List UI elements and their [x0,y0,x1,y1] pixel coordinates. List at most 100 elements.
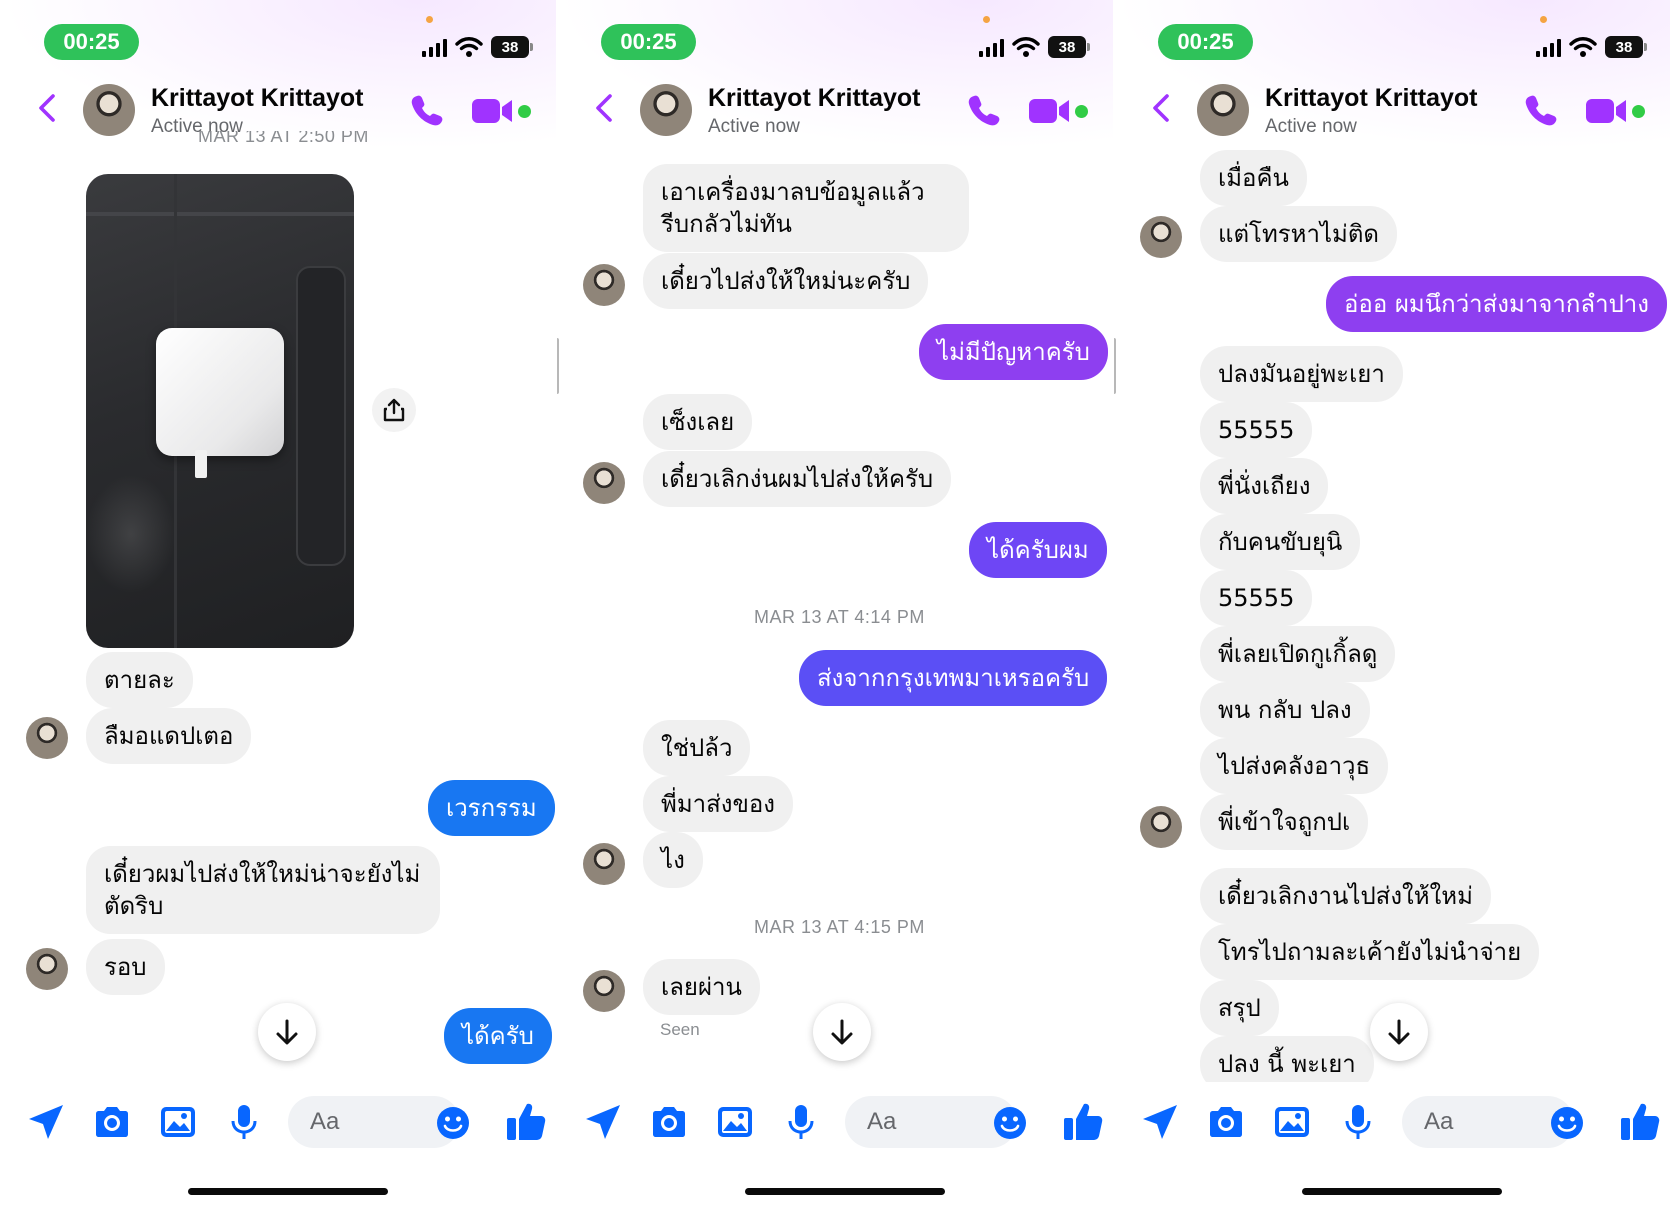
contact-name[interactable]: Krittayot Krittayot [1265,84,1478,113]
wifi-icon [1569,36,1597,58]
contact-avatar[interactable] [640,84,692,136]
sender-avatar[interactable] [26,717,68,759]
message-outgoing[interactable]: ได้ครับผม [969,522,1107,578]
privacy-indicator-dot [983,16,990,23]
video-call-icon[interactable] [1029,97,1071,125]
message-incoming[interactable]: ปลงมันอยู่พะเยา [1200,346,1403,402]
message-incoming[interactable]: พี่เข้าใจถูกปเ [1200,794,1369,850]
cellular-signal-icon [1536,37,1561,57]
emoji-icon[interactable] [436,1106,470,1140]
gallery-icon[interactable] [715,1102,755,1142]
contact-avatar[interactable] [83,84,135,136]
sender-avatar[interactable] [583,970,625,1012]
message-incoming[interactable]: เมื่อคืน [1200,150,1307,206]
message-incoming[interactable]: พี่มาส่งของ [643,776,794,832]
scroll-to-bottom-button[interactable] [258,1003,316,1061]
power-adapter-image [156,328,284,456]
timestamp: MAR 13 AT 4:14 PM [754,607,925,627]
camera-icon[interactable] [1206,1102,1246,1142]
microphone-icon[interactable] [224,1102,264,1142]
message-incoming[interactable]: เดี๋ยวผมไปส่งให้ใหม่น่าจะยังไม่ตัดริบ [86,846,440,934]
sender-avatar[interactable] [583,264,625,306]
sender-avatar[interactable] [1140,216,1182,258]
message-incoming[interactable]: เดี๋ยวไปส่งให้ใหม่นะครับ [643,253,929,309]
status-icons: 38 [422,36,533,58]
arrow-down-icon [827,1017,857,1047]
privacy-indicator-dot [426,16,433,23]
video-call-icon[interactable] [472,97,514,125]
status-icons: 38 [979,36,1090,58]
message-incoming[interactable]: แต่โทรหาไม่ติด [1200,206,1398,262]
message-input[interactable]: Aa [288,1096,460,1148]
message-incoming[interactable]: รอบ [86,939,165,995]
gallery-icon[interactable] [1272,1102,1312,1142]
thumbs-up-icon[interactable] [1619,1100,1661,1142]
share-button[interactable] [372,388,416,432]
message-outgoing[interactable]: ได้ครับ [444,1008,552,1064]
camera-icon[interactable] [649,1102,689,1142]
home-indicator[interactable] [745,1188,945,1195]
back-chevron-icon[interactable] [589,88,619,128]
send-location-icon[interactable] [583,1102,623,1142]
thumbs-up-icon[interactable] [505,1100,547,1142]
message-input[interactable]: Aa [845,1096,1017,1148]
send-location-icon[interactable] [26,1102,66,1142]
contact-name[interactable]: Krittayot Krittayot [151,84,364,113]
message-incoming[interactable]: พน กลับ ปลง [1200,682,1370,738]
message-incoming[interactable]: โทรไปถามละเค้ายังไม่นำจ่าย [1200,924,1540,980]
message-incoming[interactable]: ไปส่งคลังอาวุธ [1200,738,1389,794]
contact-name[interactable]: Krittayot Krittayot [708,84,921,113]
home-indicator[interactable] [188,1188,388,1195]
emoji-icon[interactable] [1550,1106,1584,1140]
chat-screen-1: 00:25 38 Krittayot Krittayot Active now … [0,0,556,1205]
message-incoming[interactable]: กับคนขับยุนิ [1200,514,1361,570]
message-outgoing[interactable]: เวรกรรม [428,780,555,836]
message-incoming[interactable]: ใช่ปล้ว [643,720,751,776]
message-outgoing[interactable]: อ่ออ ผมนึกว่าส่งมาจากลำปาง [1326,276,1667,332]
camera-icon[interactable] [92,1102,132,1142]
home-indicator[interactable] [1302,1188,1502,1195]
sender-avatar[interactable] [1140,806,1182,848]
sender-avatar[interactable] [26,948,68,990]
message-incoming[interactable]: สรุป [1200,980,1279,1036]
message-incoming[interactable]: ไง [643,832,703,888]
scroll-to-bottom-button[interactable] [813,1003,871,1061]
back-chevron-icon[interactable] [1146,88,1176,128]
video-call-icon[interactable] [1586,97,1628,125]
battery-icon: 38 [1605,36,1647,58]
back-chevron-icon[interactable] [32,88,62,128]
gallery-icon[interactable] [158,1102,198,1142]
contact-avatar[interactable] [1197,84,1249,136]
scroll-to-bottom-button[interactable] [1370,1003,1428,1061]
microphone-icon[interactable] [781,1102,821,1142]
message-incoming[interactable]: เซ็งเลย [643,394,753,450]
message-incoming[interactable]: เดี๋ยวเลิกงานไปส่งให้ใหม่ [1200,868,1491,924]
shared-photo[interactable] [86,174,354,648]
phone-call-icon[interactable] [1524,93,1558,127]
thumbs-up-icon[interactable] [1062,1100,1104,1142]
microphone-icon[interactable] [1338,1102,1378,1142]
message-input[interactable]: Aa [1402,1096,1574,1148]
phone-call-icon[interactable] [410,93,444,127]
message-incoming[interactable]: ลืมอแดปเตอ [86,708,252,764]
status-time: 00:25 [1158,24,1253,60]
send-location-icon[interactable] [1140,1102,1180,1142]
message-incoming[interactable]: พี่นั่งเถียง [1200,458,1329,514]
message-incoming[interactable]: เดี๋ยวเลิกง่นผมไปส่งให้ครับ [643,451,952,507]
message-incoming[interactable]: ตายละ [86,652,193,708]
message-incoming[interactable]: พี่เลยเปิดกูเกิ้ลดู [1200,626,1396,682]
message-outgoing[interactable]: ส่งจากกรุงเทพมาเหรอครับ [799,650,1108,706]
message-incoming[interactable]: 55555 [1200,570,1313,626]
scrollbar[interactable] [557,338,559,394]
sender-avatar[interactable] [583,843,625,885]
scrollbar[interactable] [1114,338,1116,394]
active-status: Active now [1265,116,1357,137]
phone-call-icon[interactable] [967,93,1001,127]
sender-avatar[interactable] [583,462,625,504]
wifi-icon [455,36,483,58]
message-outgoing[interactable]: ไม่มีปัญหาครับ [919,324,1108,380]
message-incoming[interactable]: เอาเครื่องมาลบข้อมูลแล้วรีบกลัวไม่ทัน [643,164,969,252]
message-incoming[interactable]: เลยผ่าน [643,959,760,1015]
message-incoming[interactable]: 55555 [1200,402,1313,458]
emoji-icon[interactable] [993,1106,1027,1140]
